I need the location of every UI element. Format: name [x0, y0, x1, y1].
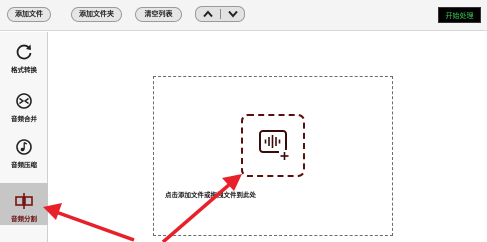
- add-file-button[interactable]: 添加文件: [7, 7, 51, 22]
- move-up-button[interactable]: [196, 7, 220, 21]
- merge-icon: [16, 93, 32, 109]
- sidebar: 格式转换 音频合并 音频压缩 音频分割: [0, 32, 48, 242]
- top-toolbar: 添加文件 添加文件夹 清空列表 开始处理: [0, 0, 487, 31]
- refresh-icon: [16, 44, 32, 60]
- add-audio-button[interactable]: [241, 114, 305, 177]
- clear-list-button[interactable]: 清空列表: [135, 7, 182, 22]
- sidebar-item-audio-split[interactable]: 音频分割: [0, 183, 48, 225]
- move-down-button[interactable]: [221, 7, 245, 21]
- sidebar-item-label: 格式转换: [11, 66, 37, 74]
- sidebar-item-label: 音频分割: [11, 215, 37, 223]
- move-button-group: [195, 6, 245, 22]
- sidebar-item-audio-compress[interactable]: 音频压缩: [0, 129, 48, 175]
- sidebar-item-label: 音频压缩: [11, 161, 37, 169]
- sidebar-item-label: 音频合并: [11, 115, 37, 123]
- chevron-up-icon: [203, 10, 213, 18]
- red-arrow-to-sidebar: [55, 210, 135, 242]
- compress-icon: [16, 139, 32, 155]
- add-audio-icon: [259, 130, 290, 161]
- sidebar-item-audio-merge[interactable]: 音频合并: [0, 83, 48, 129]
- split-icon: [15, 193, 33, 209]
- sidebar-item-format-convert[interactable]: 格式转换: [0, 34, 48, 80]
- chevron-down-icon: [228, 10, 238, 18]
- add-folder-button[interactable]: 添加文件夹: [71, 7, 122, 22]
- drop-zone-hint: 点击添加文件或拖拽文件到此处: [165, 191, 256, 199]
- start-button[interactable]: 开始处理: [438, 7, 481, 23]
